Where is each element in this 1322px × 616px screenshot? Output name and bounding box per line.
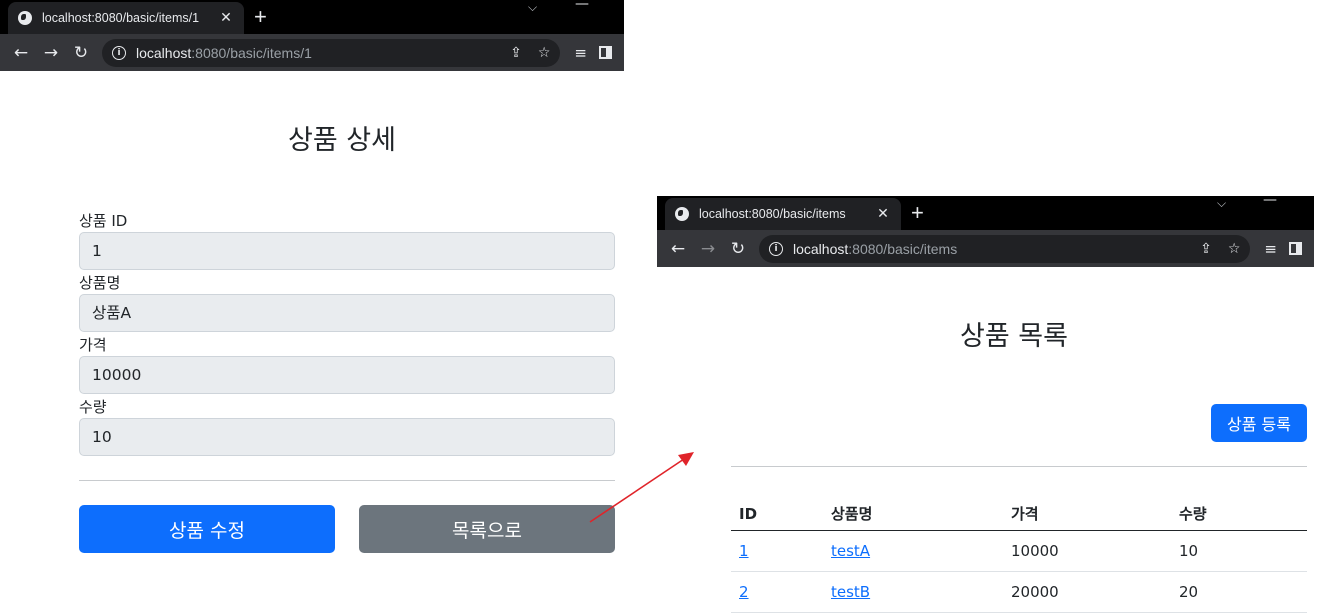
price-label: 가격 (79, 336, 107, 354)
add-item-button[interactable]: 상품 등록 (1211, 404, 1307, 442)
cell-quantity: 10 (1171, 530, 1307, 572)
table-row: 2 testB 20000 20 (731, 571, 1307, 613)
url-text: localhost:8080/basic/items/1 (136, 44, 312, 61)
divider (79, 480, 615, 481)
column-header-quantity: 수량 (1171, 498, 1307, 531)
browser-toolbar: ← → ↻ i localhost:8080/basic/items/1 ⇪ ☆… (0, 34, 624, 71)
table-row: 1 testA 10000 10 (731, 530, 1307, 572)
divider (731, 466, 1307, 467)
column-header-name: 상품명 (823, 498, 1003, 531)
tab-strip: localhost:8080/basic/items ✕ + ⌵ — (657, 196, 1314, 230)
chevron-down-icon[interactable]: ⌵ (1217, 196, 1226, 211)
info-icon[interactable]: i (769, 241, 783, 256)
column-header-id: ID (731, 498, 823, 531)
table-header-row: ID 상품명 가격 수량 (731, 498, 1307, 531)
quantity-label: 수량 (79, 398, 107, 416)
cell-name: testA (823, 530, 1003, 572)
minimize-icon[interactable]: — (1263, 196, 1277, 208)
page-title: 상품 목록 (960, 321, 1068, 352)
cell-price: 20000 (1003, 571, 1171, 613)
item-id-link[interactable]: 2 (739, 583, 749, 601)
side-panel-icon[interactable] (1289, 242, 1302, 255)
item-id-label: 상품 ID (79, 212, 128, 230)
price-field[interactable]: 10000 (79, 356, 615, 394)
tab-strip: localhost:8080/basic/items/1 ✕ + ⌵ — (0, 0, 624, 34)
browser-tab[interactable]: localhost:8080/basic/items/1 ✕ (8, 2, 244, 34)
star-icon[interactable]: ☆ (538, 45, 551, 61)
side-panel-icon[interactable] (599, 46, 612, 59)
media-icon[interactable]: ≡ (1264, 240, 1277, 258)
browser-window-item-detail: localhost:8080/basic/items/1 ✕ + ⌵ — ← →… (0, 0, 624, 616)
reload-icon[interactable]: ↻ (66, 39, 96, 67)
page-title: 상품 상세 (288, 125, 396, 156)
share-icon[interactable]: ⇪ (510, 45, 522, 61)
close-icon[interactable]: ✕ (875, 206, 891, 222)
minimize-icon[interactable]: — (575, 0, 589, 12)
item-name-label: 상품명 (79, 274, 121, 292)
address-bar[interactable]: i localhost:8080/basic/items ⇪ ☆ (759, 234, 1251, 263)
address-bar[interactable]: i localhost:8080/basic/items/1 ⇪ ☆ (102, 38, 561, 67)
back-icon[interactable]: ← (6, 39, 36, 67)
item-id-link[interactable]: 1 (739, 542, 749, 560)
forward-icon[interactable]: → (693, 235, 723, 263)
item-id-field[interactable]: 1 (79, 232, 615, 270)
chevron-down-icon[interactable]: ⌵ (528, 0, 537, 15)
edit-item-button[interactable]: 상품 수정 (79, 505, 335, 553)
browser-window-item-list: localhost:8080/basic/items ✕ + ⌵ — ← → ↻… (657, 196, 1314, 616)
back-icon[interactable]: ← (663, 235, 693, 263)
cell-id: 1 (731, 530, 823, 572)
cell-id: 2 (731, 571, 823, 613)
item-name-field[interactable]: 상품A (79, 294, 615, 332)
new-tab-button[interactable]: + (911, 200, 924, 226)
new-tab-button[interactable]: + (254, 4, 267, 30)
browser-toolbar: ← → ↻ i localhost:8080/basic/items ⇪ ☆ ≡ (657, 230, 1314, 267)
share-icon[interactable]: ⇪ (1200, 241, 1212, 257)
items-table: ID 상품명 가격 수량 1 testA 10000 10 2 testB 20… (731, 498, 1307, 613)
column-header-price: 가격 (1003, 498, 1171, 531)
url-text: localhost:8080/basic/items (793, 240, 958, 257)
info-icon[interactable]: i (112, 45, 126, 60)
globe-icon (675, 207, 689, 221)
media-icon[interactable]: ≡ (574, 44, 587, 62)
forward-icon[interactable]: → (36, 39, 66, 67)
cell-price: 10000 (1003, 530, 1171, 572)
cell-quantity: 20 (1171, 571, 1307, 613)
browser-tab[interactable]: localhost:8080/basic/items ✕ (665, 198, 901, 230)
cell-name: testB (823, 571, 1003, 613)
star-icon[interactable]: ☆ (1228, 241, 1241, 257)
item-name-link[interactable]: testB (831, 583, 870, 601)
close-icon[interactable]: ✕ (218, 10, 234, 26)
item-name-link[interactable]: testA (831, 542, 870, 560)
reload-icon[interactable]: ↻ (723, 235, 753, 263)
back-to-list-button[interactable]: 목록으로 (359, 505, 615, 553)
tab-title: localhost:8080/basic/items (699, 207, 846, 221)
quantity-field[interactable]: 10 (79, 418, 615, 456)
globe-icon (18, 11, 32, 25)
tab-title: localhost:8080/basic/items/1 (42, 11, 200, 25)
